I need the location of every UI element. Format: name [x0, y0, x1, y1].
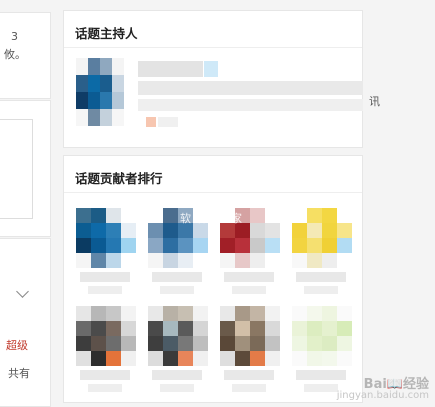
left-link[interactable]: 超级 — [6, 337, 28, 353]
contributor-name-blurred — [224, 370, 274, 380]
left-text-bottom: 共有 — [8, 367, 30, 380]
chevron-down-icon[interactable] — [16, 285, 29, 298]
contributor-avatar[interactable] — [220, 306, 280, 366]
contributor-item[interactable] — [76, 306, 136, 396]
left-column: 3 攸。 超级 共有 — [0, 0, 51, 407]
contributor-score-blurred — [160, 384, 194, 392]
host-name-blurred[interactable] — [138, 61, 203, 77]
host-subtitle: 讯 — [369, 95, 380, 108]
contributor-avatar[interactable] — [76, 306, 136, 366]
host-badge-blurred — [204, 61, 218, 77]
left-text: 攸。 — [4, 48, 26, 61]
host-avatar[interactable] — [76, 58, 124, 126]
contributor-score-blurred — [232, 286, 266, 294]
contributor-avatar[interactable] — [292, 208, 352, 268]
contributor-avatar[interactable] — [292, 306, 352, 366]
contributor-name-blurred — [224, 272, 274, 282]
contributor-score-blurred — [88, 384, 122, 392]
divider — [64, 47, 362, 48]
contributor-score-blurred — [304, 384, 338, 392]
contributor-item[interactable] — [220, 306, 280, 396]
host-tag-blurred — [146, 117, 156, 127]
watermark-url: jingyan.baidu.com — [336, 390, 429, 401]
contributor-name-blurred — [80, 370, 130, 380]
watermark-baidu: Bai📖经验 jingyan.baidu.com — [336, 377, 429, 401]
contributor-score-blurred — [88, 286, 122, 294]
left-number: 3 — [11, 30, 18, 43]
contributor-item[interactable] — [76, 208, 136, 298]
contributor-avatar[interactable] — [148, 306, 208, 366]
contributor-name-blurred — [80, 272, 130, 282]
contributor-score-blurred — [160, 286, 194, 294]
contributor-score-blurred — [304, 286, 338, 294]
left-inner-box — [0, 119, 33, 219]
host-tag2-blurred — [158, 117, 178, 127]
topic-host-card: 话题主持人 讯 — [63, 10, 380, 148]
contributor-name-blurred — [152, 272, 202, 282]
watermark-top: 软件之家 — [180, 212, 248, 225]
left-list-card: 超级 共有 — [0, 238, 51, 407]
divider — [64, 192, 362, 193]
contributor-name-blurred — [296, 272, 346, 282]
contributor-avatar[interactable] — [76, 208, 136, 268]
host-card-title: 话题主持人 — [75, 26, 138, 41]
contributor-score-blurred — [232, 384, 266, 392]
left-box-card — [0, 100, 51, 237]
baidu-jingyan-logo: Bai📖经验 — [363, 377, 429, 392]
host-desc-blurred — [138, 81, 363, 95]
host-desc2-blurred — [138, 99, 363, 111]
topic-contributor-ranking-card: 话题贡献者排行 — [63, 155, 363, 403]
left-info-card: 3 攸。 — [0, 12, 51, 99]
rank-card-title: 话题贡献者排行 — [75, 171, 163, 186]
contributor-item[interactable] — [148, 306, 208, 396]
contributor-item[interactable] — [292, 208, 352, 298]
contributor-name-blurred — [152, 370, 202, 380]
